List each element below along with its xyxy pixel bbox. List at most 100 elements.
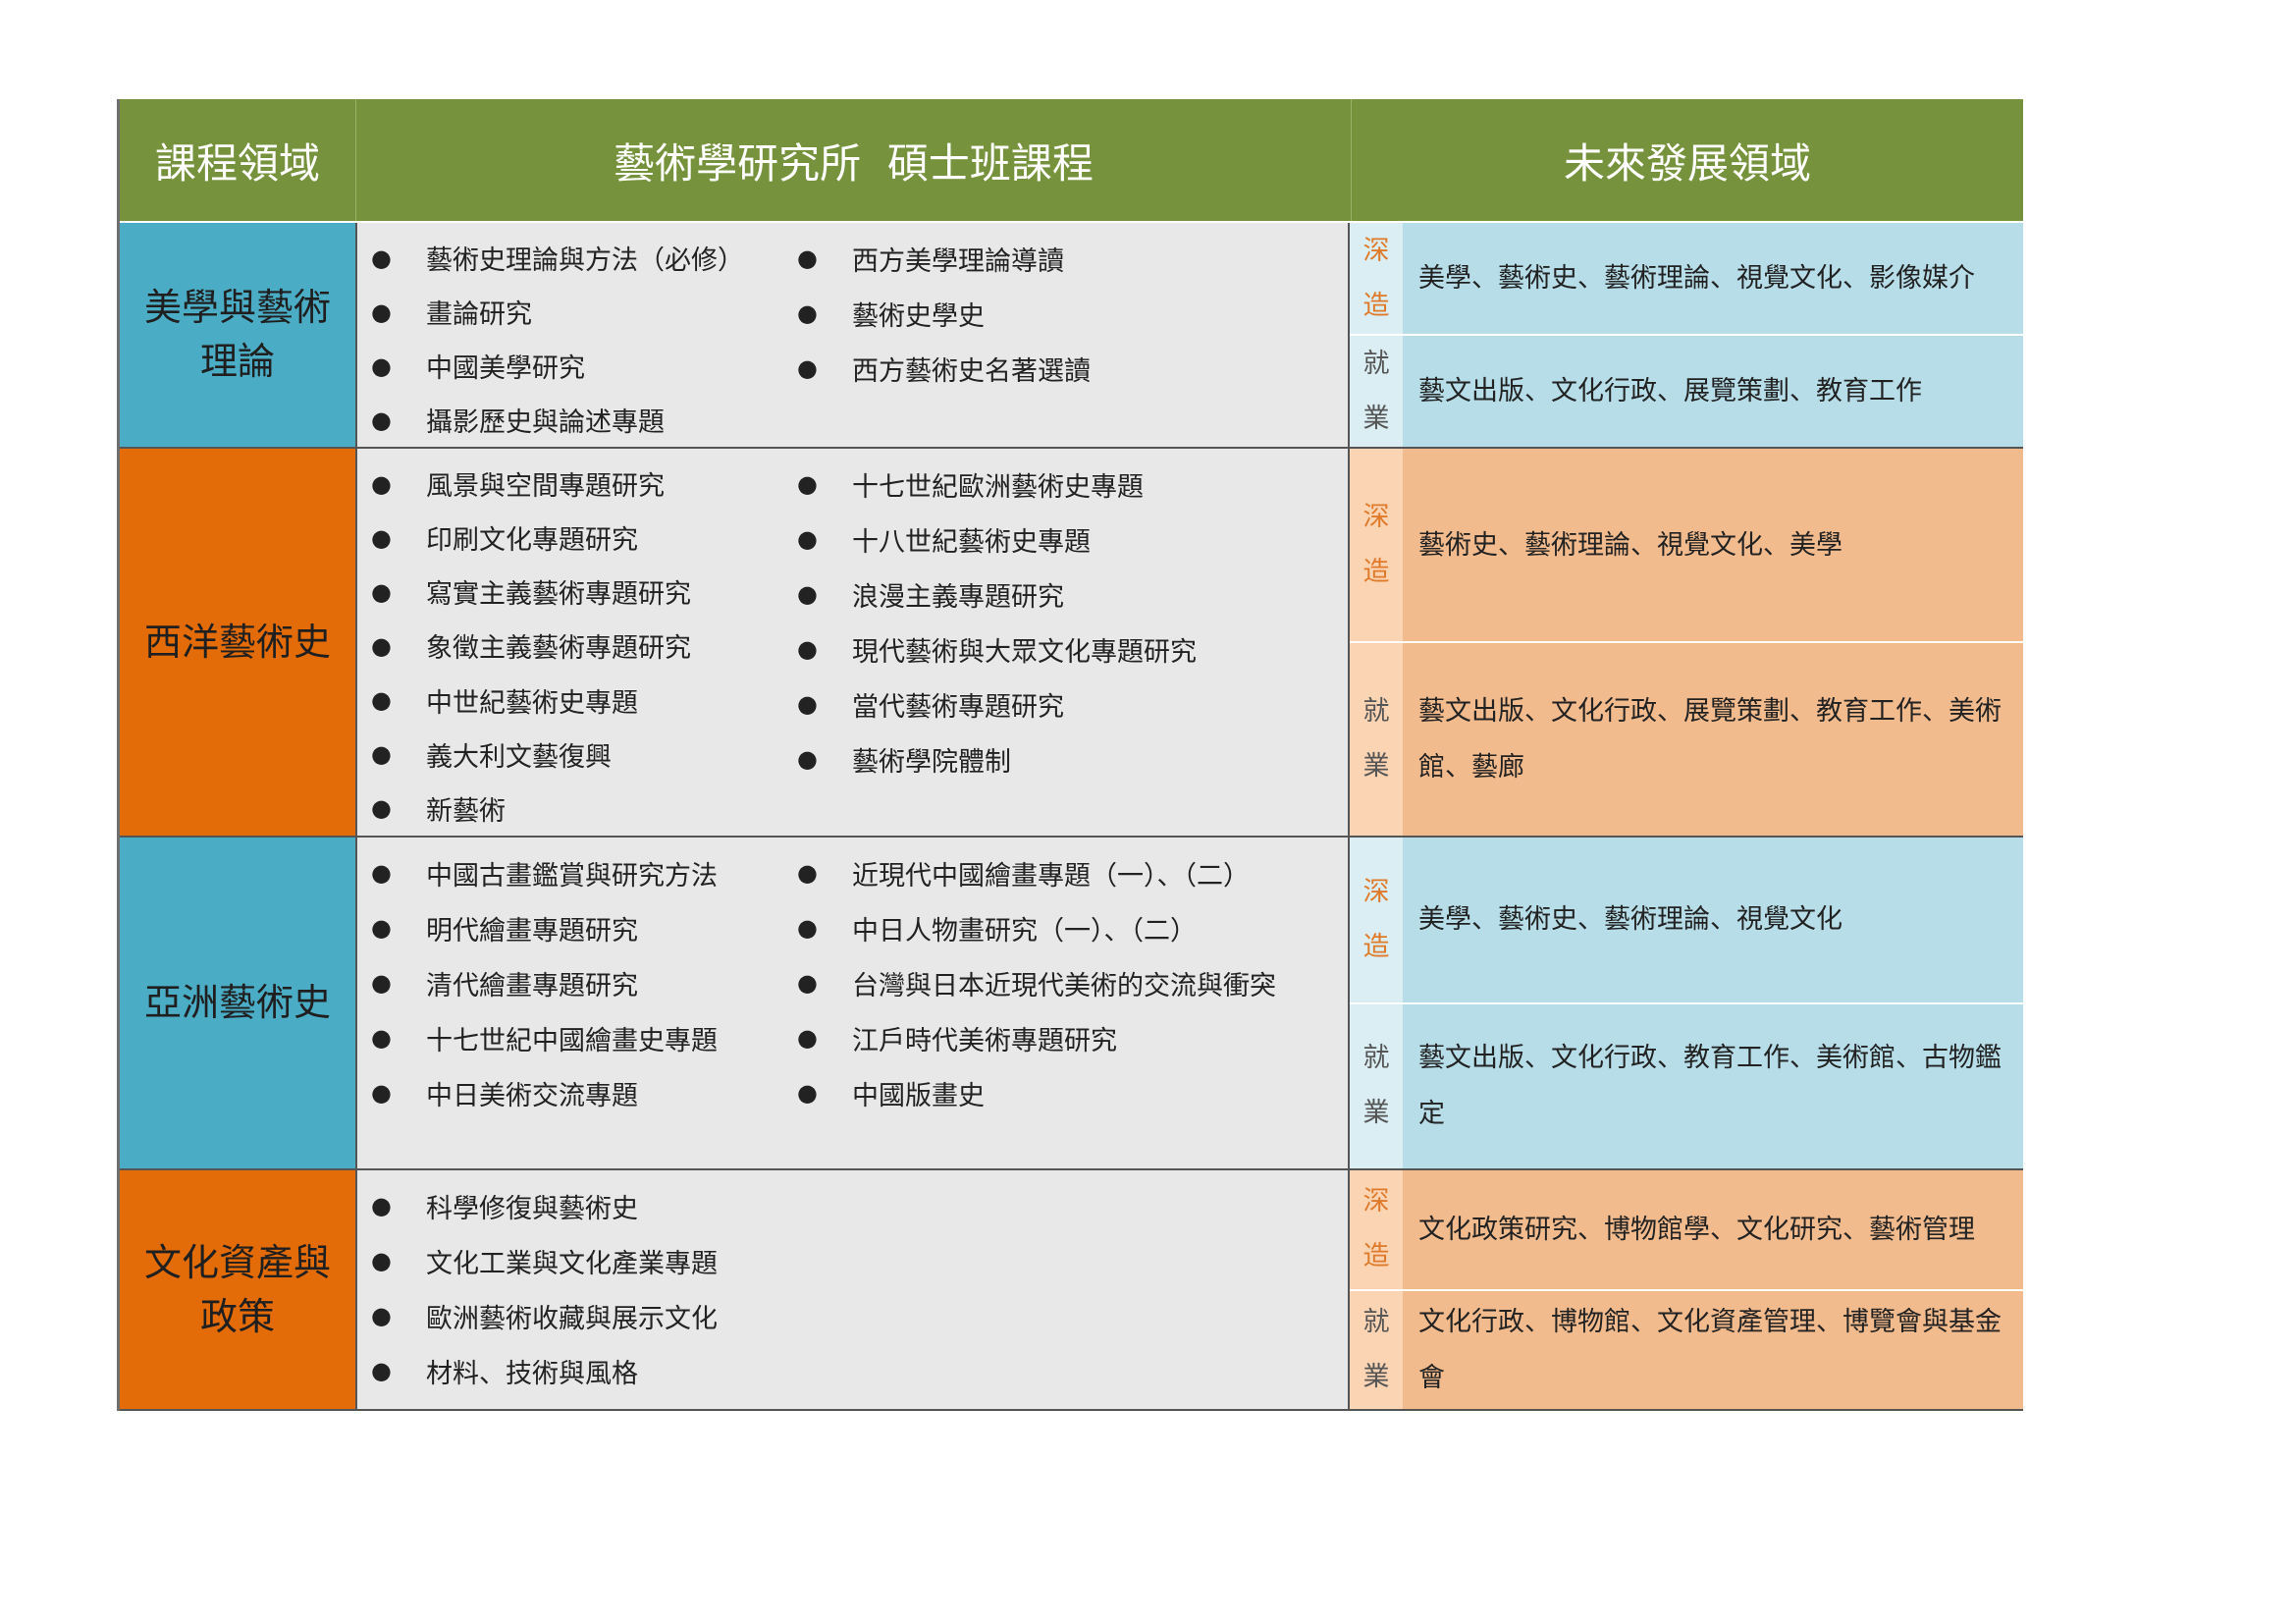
header-domain: 課程領域 — [120, 99, 356, 221]
bullet-icon: ● — [797, 354, 818, 382]
course-item: ● 台灣與日本近現代美術的交流與衝突 — [783, 955, 1348, 1010]
bullet-icon: ● — [371, 406, 392, 434]
advanced-study-row: 深 造 美學、藝術史、藝術理論、視覺文化、影像媒介 — [1350, 223, 2023, 334]
course-item: ● 江戶時代美術專題研究 — [783, 1010, 1348, 1065]
advanced-label: 深 造 — [1350, 223, 1403, 334]
bullet-icon: ● — [797, 859, 818, 887]
course-item: ● 明代繪畫專題研究 — [357, 900, 783, 955]
bullet-icon: ● — [371, 914, 392, 942]
advanced-label: 深 造 — [1350, 1170, 1403, 1289]
course-item: ● 歐洲藝術收藏與展示文化 — [357, 1288, 783, 1343]
bullet-icon: ● — [371, 1024, 392, 1052]
course-item: ● 文化工業與文化產業專題 — [357, 1233, 783, 1288]
course-item: ● 科學修復與藝術史 — [357, 1178, 783, 1233]
future-cell: 深 造 美學、藝術史、藝術理論、視覺文化 就 業 藝文出版、文化行政、教育工作、… — [1350, 838, 2023, 1168]
course-item: ● 現代藝術與大眾文化專題研究 — [783, 622, 1348, 676]
course-item: ● 清代繪畫專題研究 — [357, 955, 783, 1010]
bullet-icon: ● — [797, 580, 818, 608]
career-label: 就 業 — [1350, 643, 1403, 836]
career-label: 就 業 — [1350, 1003, 1403, 1168]
career-text: 藝文出版、文化行政、教育工作、美術館、古物鑑定 — [1403, 1003, 2023, 1168]
course-item: ● 十七世紀歐洲藝術史專題 — [783, 457, 1348, 512]
course-item: ● 中日美術交流專題 — [357, 1065, 783, 1120]
bullet-icon: ● — [371, 794, 392, 823]
future-cell: 深 造 美學、藝術史、藝術理論、視覺文化、影像媒介 就 業 藝文出版、文化行政、… — [1350, 223, 2023, 447]
course-item: ● 浪漫主義專題研究 — [783, 567, 1348, 622]
course-item: ● 中國美學研究 — [357, 339, 783, 393]
career-row: 就 業 藝文出版、文化行政、教育工作、美術館、古物鑑定 — [1350, 1001, 2023, 1168]
course-item: ● 西方美學理論導讀 — [783, 231, 1348, 286]
course-item: ● 義大利文藝復興 — [357, 728, 783, 782]
career-row: 就 業 文化行政、博物館、文化資產管理、博覽會與基金會 — [1350, 1288, 2023, 1409]
bullet-icon: ● — [797, 299, 818, 327]
bullet-icon: ● — [797, 1079, 818, 1107]
course-item: ● 十七世紀中國繪畫史專題 — [357, 1010, 783, 1065]
course-item: ● 中國版畫史 — [783, 1065, 1348, 1120]
future-cell: 深 造 文化政策研究、博物館學、文化研究、藝術管理 就 業 文化行政、博物館、文… — [1350, 1170, 2023, 1409]
course-item: ● 近現代中國繪畫專題（一）、（二） — [783, 845, 1348, 900]
bullet-icon: ● — [371, 740, 392, 769]
domain-row-aesthetics: 美學與藝術 理論 ● 藝術史理論與方法（必修） ● 畫論研究 ● 中國美學研究 ● 攝影… — [120, 223, 2023, 449]
curriculum-table: 課程領域 藝術學研究所 碩士班課程 未來發展領域 美學與藝術 理論 ● 藝術史理論… — [117, 99, 2023, 1411]
bullet-icon: ● — [797, 745, 818, 773]
bullet-icon: ● — [797, 1024, 818, 1052]
course-item: ● 藝術史學史 — [783, 286, 1348, 341]
course-item: ● 中世紀藝術史專題 — [357, 674, 783, 728]
bullet-icon: ● — [371, 1302, 392, 1329]
bullet-icon: ● — [371, 243, 392, 272]
bullet-icon: ● — [371, 859, 392, 887]
bullet-icon: ● — [371, 469, 392, 498]
domain-row-cultural-heritage: 文化資產與 政策 ● 科學修復與藝術史 ● 文化工業與文化產業專題 ● 歐洲藝術收藏與… — [120, 1170, 2023, 1411]
course-item: ● 當代藝術專題研究 — [783, 676, 1348, 731]
domain-cell: 西洋藝術史 — [120, 449, 357, 836]
course-item: ● 印刷文化專題研究 — [357, 511, 783, 565]
career-text: 藝文出版、文化行政、展覽策劃、教育工作、美術館、藝廊 — [1403, 643, 2023, 836]
domain-row-asian-art: 亞洲藝術史 ● 中國古畫鑑賞與研究方法 ● 明代繪畫專題研究 ● 清代繪畫專題研究 ●… — [120, 838, 2023, 1170]
bullet-icon: ● — [797, 969, 818, 997]
career-label: 就 業 — [1350, 336, 1403, 447]
bullet-icon: ● — [371, 1247, 392, 1274]
bullet-icon: ● — [797, 244, 818, 272]
bullet-icon: ● — [371, 1357, 392, 1384]
advanced-text: 美學、藝術史、藝術理論、視覺文化 — [1403, 838, 2023, 1002]
course-item: ● 象徵主義藝術專題研究 — [357, 619, 783, 673]
course-item: ● 寫實主義藝術專題研究 — [357, 565, 783, 619]
course-item: ● 藝術學院體制 — [783, 731, 1348, 786]
advanced-study-row: 深 造 美學、藝術史、藝術理論、視覺文化 — [1350, 838, 2023, 1002]
career-text: 藝文出版、文化行政、展覽策劃、教育工作 — [1403, 336, 2023, 447]
course-list: ● 科學修復與藝術史 ● 文化工業與文化產業專題 ● 歐洲藝術收藏與展示文化 ● 材料、… — [357, 1170, 1350, 1409]
course-list: ● 中國古畫鑑賞與研究方法 ● 明代繪畫專題研究 ● 清代繪畫專題研究 ● 十七世紀中國… — [357, 838, 1350, 1168]
bullet-icon: ● — [797, 470, 818, 498]
course-item: ● 風景與空間專題研究 — [357, 457, 783, 511]
advanced-label: 深 造 — [1350, 838, 1403, 1002]
bullet-icon: ● — [371, 1079, 392, 1107]
bullet-icon: ● — [371, 969, 392, 997]
course-item: ● 材料、技術與風格 — [357, 1343, 783, 1398]
advanced-text: 文化政策研究、博物館學、文化研究、藝術管理 — [1403, 1170, 2023, 1289]
course-item: ● 中日人物畫研究（一）、（二） — [783, 900, 1348, 955]
course-item: ● 中國古畫鑑賞與研究方法 — [357, 845, 783, 900]
bullet-icon: ● — [797, 914, 818, 942]
course-item: ● 十八世紀藝術史專題 — [783, 512, 1348, 567]
bullet-icon: ● — [797, 525, 818, 553]
career-row: 就 業 藝文出版、文化行政、展覽策劃、教育工作、美術館、藝廊 — [1350, 641, 2023, 836]
bullet-icon: ● — [371, 577, 392, 606]
future-cell: 深 造 藝術史、藝術理論、視覺文化、美學 就 業 藝文出版、文化行政、展覽策劃、… — [1350, 449, 2023, 836]
career-label: 就 業 — [1350, 1290, 1403, 1409]
bullet-icon: ● — [797, 635, 818, 663]
course-list: ● 藝術史理論與方法（必修） ● 畫論研究 ● 中國美學研究 ● 攝影歷史與論述專題 ●… — [357, 223, 1350, 447]
course-item: ● 藝術史理論與方法（必修） — [357, 231, 783, 285]
bullet-icon: ● — [371, 523, 392, 552]
domain-cell: 文化資產與 政策 — [120, 1170, 357, 1409]
header-future: 未來發展領域 — [1563, 138, 1811, 188]
advanced-label: 深 造 — [1350, 449, 1403, 641]
career-row: 就 業 藝文出版、文化行政、展覽策劃、教育工作 — [1350, 334, 2023, 447]
course-item: ● 新藝術 — [357, 782, 783, 836]
course-item: ● 攝影歷史與論述專題 — [357, 393, 783, 447]
domain-row-western-art: 西洋藝術史 ● 風景與空間專題研究 ● 印刷文化專題研究 ● 寫實主義藝術專題研究 ●… — [120, 449, 2023, 838]
domain-cell: 美學與藝術 理論 — [120, 223, 357, 447]
bullet-icon: ● — [371, 352, 392, 380]
table-header: 課程領域 藝術學研究所 碩士班課程 未來發展領域 — [120, 99, 2023, 223]
course-list: ● 風景與空間專題研究 ● 印刷文化專題研究 ● 寫實主義藝術專題研究 ● 象徵主義藝術… — [357, 449, 1350, 836]
course-item: ● 畫論研究 — [357, 285, 783, 339]
